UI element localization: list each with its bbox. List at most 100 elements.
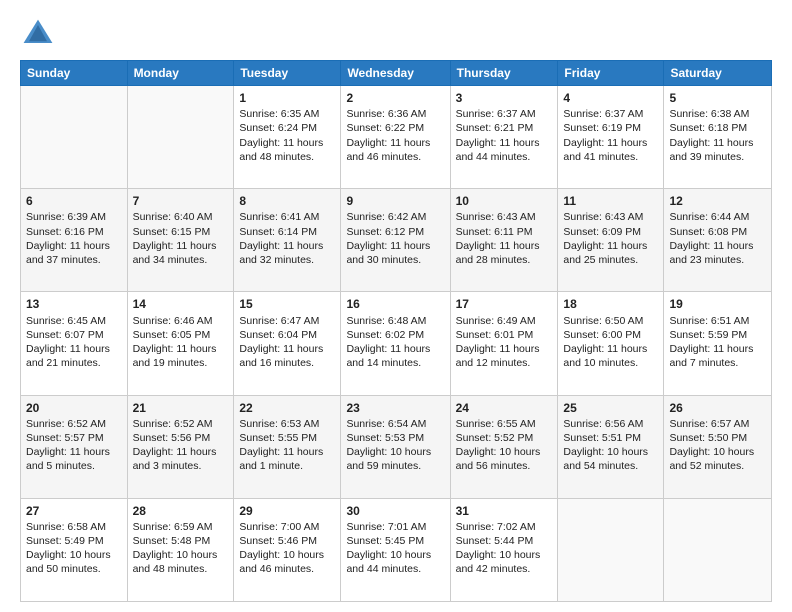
sunrise-text: Sunrise: 6:42 AM <box>346 211 426 223</box>
sunrise-text: Sunrise: 7:02 AM <box>456 521 536 533</box>
sunrise-text: Sunrise: 6:39 AM <box>26 211 106 223</box>
calendar-day-cell: 9Sunrise: 6:42 AMSunset: 6:12 PMDaylight… <box>341 189 450 292</box>
sunrise-text: Sunrise: 6:44 AM <box>669 211 749 223</box>
daylight-text: Daylight: 11 hours and 25 minutes. <box>563 240 647 266</box>
day-number: 17 <box>456 296 553 312</box>
calendar-day-cell: 12Sunrise: 6:44 AMSunset: 6:08 PMDayligh… <box>664 189 772 292</box>
daylight-text: Daylight: 11 hours and 32 minutes. <box>239 240 323 266</box>
sunset-text: Sunset: 6:16 PM <box>26 226 104 238</box>
calendar-day-cell: 4 Sunrise: 6:37 AM Sunset: 6:19 PM Daylight… <box>558 86 664 189</box>
daylight-text: Daylight: 11 hours and 21 minutes. <box>26 343 110 369</box>
sunrise-text: Sunrise: 6:52 AM <box>133 418 213 430</box>
sunset-text: Sunset: 6:01 PM <box>456 329 534 341</box>
sunset-text: Sunset: 6:09 PM <box>563 226 641 238</box>
sunset-text: Sunset: 5:56 PM <box>133 432 211 444</box>
day-number: 23 <box>346 400 444 416</box>
logo-icon <box>20 16 56 52</box>
day-number: 15 <box>239 296 335 312</box>
day-number: 10 <box>456 193 553 209</box>
daylight-text: Daylight: 11 hours and 46 minutes. <box>346 137 430 163</box>
calendar-day-cell: 15Sunrise: 6:47 AMSunset: 6:04 PMDayligh… <box>234 292 341 395</box>
sunset-text: Sunset: 6:04 PM <box>239 329 317 341</box>
sunrise-text: Sunrise: 6:51 AM <box>669 315 749 327</box>
sunset-text: Sunset: 6:02 PM <box>346 329 424 341</box>
day-number: 3 <box>456 90 553 106</box>
day-number: 4 <box>563 90 658 106</box>
day-number: 27 <box>26 503 122 519</box>
calendar-week-row: 1Sunrise: 6:35 AMSunset: 6:24 PMDaylight… <box>21 86 772 189</box>
sunset-text: Sunset: 6:19 PM <box>563 122 641 134</box>
calendar-day-cell: 21Sunrise: 6:52 AMSunset: 5:56 PMDayligh… <box>127 395 234 498</box>
sunrise-text: Sunrise: 6:46 AM <box>133 315 213 327</box>
calendar-day-cell: 20Sunrise: 6:52 AMSunset: 5:57 PMDayligh… <box>21 395 128 498</box>
day-of-week-header: Thursday <box>450 61 558 86</box>
sunset-text: Sunset: 6:24 PM <box>239 122 317 134</box>
day-number: 25 <box>563 400 658 416</box>
calendar-day-cell: 17Sunrise: 6:49 AMSunset: 6:01 PMDayligh… <box>450 292 558 395</box>
daylight-text: Daylight: 11 hours and 37 minutes. <box>26 240 110 266</box>
daylight-text: Daylight: 10 hours and 44 minutes. <box>346 549 431 575</box>
calendar-day-cell: 19Sunrise: 6:51 AMSunset: 5:59 PMDayligh… <box>664 292 772 395</box>
calendar-day-cell: 1Sunrise: 6:35 AMSunset: 6:24 PMDaylight… <box>234 86 341 189</box>
calendar-header-row: SundayMondayTuesdayWednesdayThursdayFrid… <box>21 61 772 86</box>
day-number: 20 <box>26 400 122 416</box>
daylight-text: Daylight: 11 hours and 7 minutes. <box>669 343 753 369</box>
calendar-week-row: 27Sunrise: 6:58 AMSunset: 5:49 PMDayligh… <box>21 498 772 601</box>
sunrise-text: Sunrise: 6:40 AM <box>133 211 213 223</box>
sunrise-text: Sunrise: 6:55 AM <box>456 418 536 430</box>
day-number: 11 <box>563 193 658 209</box>
calendar-week-row: 13Sunrise: 6:45 AMSunset: 6:07 PMDayligh… <box>21 292 772 395</box>
day-number: 5 <box>669 90 766 106</box>
day-of-week-header: Sunday <box>21 61 128 86</box>
sunrise-text: Sunrise: 6:50 AM <box>563 315 643 327</box>
day-of-week-header: Friday <box>558 61 664 86</box>
day-number: 16 <box>346 296 444 312</box>
sunset-text: Sunset: 5:45 PM <box>346 535 424 547</box>
sunset-text: Sunset: 5:52 PM <box>456 432 534 444</box>
calendar-day-cell: 6Sunrise: 6:39 AMSunset: 6:16 PMDaylight… <box>21 189 128 292</box>
daylight-text: Daylight: 11 hours and 14 minutes. <box>346 343 430 369</box>
sunrise-text: Sunrise: 6:48 AM <box>346 315 426 327</box>
sunset-text: Sunset: 5:53 PM <box>346 432 424 444</box>
sunset-text: Sunset: 6:22 PM <box>346 122 424 134</box>
day-of-week-header: Monday <box>127 61 234 86</box>
calendar-week-row: 20Sunrise: 6:52 AMSunset: 5:57 PMDayligh… <box>21 395 772 498</box>
sunrise-text: Sunrise: 6:54 AM <box>346 418 426 430</box>
calendar-day-cell <box>21 86 128 189</box>
daylight-text: Daylight: 11 hours and 3 minutes. <box>133 446 217 472</box>
day-number: 7 <box>133 193 229 209</box>
day-number: 26 <box>669 400 766 416</box>
sunset-text: Sunset: 5:55 PM <box>239 432 317 444</box>
calendar-day-cell: 23 Sunrise: 6:54 AM Sunset: 5:53 PM Dayligh… <box>341 395 450 498</box>
calendar-week-row: 6Sunrise: 6:39 AMSunset: 6:16 PMDaylight… <box>21 189 772 292</box>
sunset-text: Sunset: 6:15 PM <box>133 226 211 238</box>
sunset-text: Sunset: 6:14 PM <box>239 226 317 238</box>
day-number: 2 <box>346 90 444 106</box>
daylight-text: Daylight: 10 hours and 50 minutes. <box>26 549 111 575</box>
sunrise-text: Sunrise: 6:49 AM <box>456 315 536 327</box>
daylight-text: Daylight: 10 hours and 46 minutes. <box>239 549 324 575</box>
sunset-text: Sunset: 5:44 PM <box>456 535 534 547</box>
sunset-text: Sunset: 6:21 PM <box>456 122 534 134</box>
sunset-text: Sunset: 6:00 PM <box>563 329 641 341</box>
sunset-text: Sunset: 5:59 PM <box>669 329 747 341</box>
daylight-text: Daylight: 11 hours and 10 minutes. <box>563 343 647 369</box>
day-number: 24 <box>456 400 553 416</box>
sunrise-text: Sunrise: 6:45 AM <box>26 315 106 327</box>
daylight-text: Daylight: 11 hours and 5 minutes. <box>26 446 110 472</box>
sunrise-text: Sunrise: 6:37 AM <box>563 108 643 120</box>
calendar-day-cell: 22Sunrise: 6:53 AMSunset: 5:55 PMDayligh… <box>234 395 341 498</box>
day-number: 12 <box>669 193 766 209</box>
daylight-text: Daylight: 10 hours and 59 minutes. <box>346 446 431 472</box>
daylight-text: Daylight: 11 hours and 41 minutes. <box>563 137 647 163</box>
sunrise-text: Sunrise: 6:47 AM <box>239 315 319 327</box>
daylight-text: Daylight: 11 hours and 23 minutes. <box>669 240 753 266</box>
calendar-day-cell: 29Sunrise: 7:00 AMSunset: 5:46 PMDayligh… <box>234 498 341 601</box>
sunset-text: Sunset: 6:12 PM <box>346 226 424 238</box>
calendar-day-cell <box>558 498 664 601</box>
calendar-day-cell: 8Sunrise: 6:41 AMSunset: 6:14 PMDaylight… <box>234 189 341 292</box>
calendar-day-cell: 30Sunrise: 7:01 AMSunset: 5:45 PMDayligh… <box>341 498 450 601</box>
day-number: 13 <box>26 296 122 312</box>
calendar-day-cell: 18Sunrise: 6:50 AMSunset: 6:00 PMDayligh… <box>558 292 664 395</box>
daylight-text: Daylight: 11 hours and 28 minutes. <box>456 240 540 266</box>
